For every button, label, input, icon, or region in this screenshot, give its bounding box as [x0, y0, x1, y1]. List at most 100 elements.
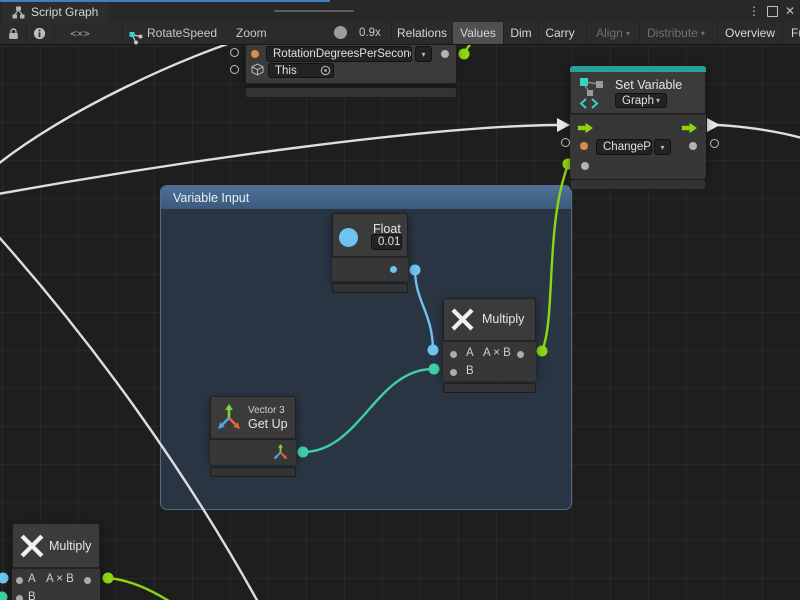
chevron-down-icon: ▾ — [701, 29, 705, 38]
input-a-label: A — [466, 347, 474, 359]
input-a-port-dot[interactable] — [16, 577, 23, 584]
toolbar-buttons: Relations Values Dim Carry Align▾ Distri… — [391, 22, 800, 44]
output-label: A × B — [483, 347, 511, 359]
node-address-bar[interactable] — [210, 467, 296, 477]
flow-input-arrow[interactable] — [578, 122, 594, 134]
tab-title: Script Graph — [31, 5, 98, 19]
input-a-label: A — [28, 573, 36, 585]
output-port-dot[interactable] — [84, 577, 91, 584]
variable-name: RotationDegreesPerSecond — [273, 48, 412, 60]
caret-icon: ▾ — [421, 50, 425, 59]
window-close-icon[interactable]: ✕ — [782, 3, 798, 19]
object-picker-icon[interactable] — [320, 65, 331, 76]
unconnected-port[interactable] — [230, 65, 239, 74]
input-a-port-dot[interactable] — [450, 351, 457, 358]
wire-arrowhead-flow-out — [707, 118, 720, 132]
script-graph-window: Variable Input RotationDegree — [0, 0, 800, 600]
wire-end-blue[interactable] — [0, 573, 9, 584]
node-address-bar[interactable] — [332, 283, 408, 293]
value-input-port-dot[interactable] — [581, 162, 589, 170]
wire-end-blue[interactable] — [428, 345, 439, 356]
input-b-port-dot[interactable] — [450, 369, 457, 376]
float-type-icon — [339, 228, 358, 247]
button-dim[interactable]: Dim — [503, 22, 538, 44]
vector3-output-port-icon[interactable] — [273, 444, 288, 461]
wire-end-green[interactable] — [103, 573, 114, 584]
node-title: Multiply — [49, 539, 91, 553]
window-maximize-icon[interactable] — [764, 3, 780, 19]
variable-dropdown-caret[interactable]: ▾ — [415, 46, 432, 62]
wire-white-from-setvariable[interactable] — [718, 125, 800, 138]
button-full-screen[interactable]: Full Screen — [782, 22, 800, 44]
wire-end-teal[interactable] — [429, 364, 440, 375]
node-title: Get Up — [248, 417, 288, 431]
multiply-icon — [19, 533, 45, 559]
scope-value: Graph — [622, 95, 654, 107]
graph-toolbar: <×> RotateSpeed Zoom 0.9x Relations Valu… — [0, 22, 800, 45]
node-set-variable[interactable]: Set Variable Graph ▾ ChangePos ▾ — [570, 66, 706, 176]
wire-green-multiply-bottom-out[interactable] — [108, 578, 169, 600]
float-value: 0.01 — [378, 236, 400, 248]
button-carry[interactable]: Carry — [538, 22, 581, 44]
window-menu-icon[interactable]: ⋮ — [746, 3, 762, 19]
flow-output-arrow[interactable] — [682, 122, 698, 134]
variable-name-dropdown[interactable]: ChangePos — [596, 139, 652, 155]
variable-name-dropdown[interactable]: RotationDegreesPerSecond — [266, 46, 412, 62]
node-get-variable[interactable]: RotationDegreesPerSecond ▾ This — [245, 40, 457, 84]
zoom-slider-handle[interactable] — [334, 26, 347, 39]
button-distribute[interactable]: Distribute▾ — [639, 22, 712, 44]
scope-dropdown[interactable]: Graph ▾ — [615, 93, 667, 108]
tab-script-graph[interactable]: Script Graph — [2, 2, 108, 22]
graph-name-label[interactable]: RotateSpeed — [147, 22, 217, 44]
input-b-port-dot[interactable] — [16, 595, 23, 600]
unconnected-port[interactable] — [230, 48, 239, 57]
wire-end-teal[interactable] — [298, 447, 309, 458]
wire-green-multiply-to-setvariable[interactable] — [542, 165, 568, 351]
zoom-slider-track[interactable] — [274, 10, 354, 12]
info-icon[interactable] — [30, 22, 48, 44]
wire-white-to-setvariable[interactable] — [0, 125, 557, 194]
caret-icon: ▾ — [656, 96, 660, 105]
wire-end-green[interactable] — [459, 49, 470, 60]
variable-port-dot[interactable] — [580, 142, 588, 150]
output-port-dot[interactable] — [517, 351, 524, 358]
float-value-field[interactable]: 0.01 — [371, 234, 402, 250]
variable-dropdown-caret[interactable]: ▾ — [654, 139, 671, 155]
lock-icon[interactable] — [4, 22, 22, 44]
wire-teal-getup-to-multiply-b[interactable] — [303, 369, 433, 452]
button-relations[interactable]: Relations — [391, 22, 452, 44]
button-values[interactable]: Values — [452, 22, 503, 44]
cube-icon — [251, 63, 264, 76]
input-b-label: B — [466, 365, 474, 377]
zoom-label: Zoom — [236, 22, 267, 44]
unconnected-port[interactable] — [561, 138, 570, 147]
wire-white-topleft[interactable] — [0, 36, 252, 164]
node-address-bar[interactable] — [570, 179, 706, 190]
graph-reference-icon — [129, 27, 143, 49]
code-view-icon[interactable]: <×> — [62, 22, 98, 44]
multiply-icon — [450, 307, 475, 332]
node-accent-bar — [570, 66, 706, 72]
node-float-literal[interactable]: Float 0.01 — [332, 213, 408, 280]
node-address-bar[interactable] — [443, 383, 536, 393]
node-vector3-get-up[interactable]: Vector 3 Get Up — [210, 396, 296, 463]
wire-end-green[interactable] — [537, 346, 548, 357]
wire-end-teal[interactable] — [0, 592, 8, 600]
float-output-port-dot[interactable] — [390, 266, 397, 273]
wire-end-blue[interactable] — [410, 265, 421, 276]
variable-port-dot[interactable] — [251, 50, 259, 58]
wire-blue-float-to-multiply-a[interactable] — [415, 271, 433, 349]
output-port-dot[interactable] — [441, 50, 449, 58]
wire-arrowhead-flow-in — [557, 118, 570, 132]
node-multiply[interactable]: Multiply A A × B B — [443, 298, 536, 378]
set-variable-icon — [579, 77, 607, 109]
tab-bar: Script Graph ⋮ ✕ — [0, 0, 800, 23]
node-address-bar[interactable] — [245, 87, 457, 98]
unconnected-port[interactable] — [710, 139, 719, 148]
button-overview[interactable]: Overview — [717, 22, 782, 44]
output-port-dot[interactable] — [689, 142, 697, 150]
button-align[interactable]: Align▾ — [586, 22, 639, 44]
target-value: This — [275, 65, 297, 77]
node-multiply-bottom[interactable]: Multiply A A × B B — [12, 523, 100, 600]
vector3-icon — [217, 404, 241, 432]
